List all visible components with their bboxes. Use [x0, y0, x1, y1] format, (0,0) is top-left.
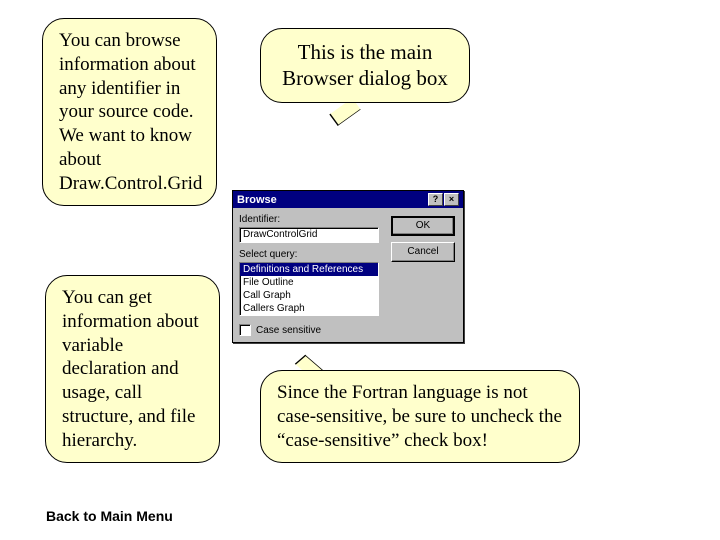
help-icon: ? — [433, 195, 439, 204]
ok-label: OK — [416, 220, 430, 231]
back-link-label: Back to Main Menu — [46, 508, 173, 524]
case-sensitive-checkbox[interactable] — [239, 324, 251, 336]
back-to-main-link[interactable]: Back to Main Menu — [46, 508, 173, 524]
list-item[interactable]: File Outline — [240, 276, 378, 289]
callout-case-sensitive: Since the Fortran language is not case-s… — [260, 370, 580, 463]
close-button[interactable]: × — [444, 193, 459, 206]
browse-dialog: Browse ? × Identifier: DrawControlGrid S… — [232, 190, 464, 343]
dialog-titlebar[interactable]: Browse ? × — [233, 191, 463, 208]
cancel-label: Cancel — [407, 246, 438, 257]
case-sensitive-label: Case sensitive — [256, 325, 321, 336]
callout-text: This is the main Browser dialog box — [282, 40, 448, 90]
callout-browse-info: You can browse information about any ide… — [42, 18, 217, 206]
callout-text: You can get information about variable d… — [62, 287, 199, 451]
list-item-label: Definitions and References — [243, 264, 363, 275]
callout-text: You can browse information about any ide… — [59, 30, 202, 194]
list-item-label: Callers Graph — [243, 303, 305, 314]
dialog-title: Browse — [237, 194, 428, 206]
close-icon: × — [449, 195, 454, 204]
list-item[interactable]: Definitions and References — [240, 263, 378, 276]
list-item-label: File Outline — [243, 277, 294, 288]
list-item[interactable]: Callers Graph — [240, 302, 378, 315]
query-listbox[interactable]: Definitions and References File Outline … — [239, 262, 379, 316]
ok-button[interactable]: OK — [391, 216, 455, 236]
callout-text: Since the Fortran language is not case-s… — [277, 382, 562, 451]
list-item[interactable]: Call Graph — [240, 289, 378, 302]
identifier-value: DrawControlGrid — [243, 229, 317, 240]
callout-variable-info: You can get information about variable d… — [45, 275, 220, 463]
list-item-label: Call Graph — [243, 290, 291, 301]
case-sensitive-row: Case sensitive — [239, 324, 457, 336]
identifier-input[interactable]: DrawControlGrid — [239, 227, 379, 243]
callout-main-browser: This is the main Browser dialog box — [260, 28, 470, 103]
dialog-body: Identifier: DrawControlGrid Select query… — [233, 208, 463, 342]
titlebar-buttons: ? × — [428, 193, 459, 206]
cancel-button[interactable]: Cancel — [391, 242, 455, 262]
help-button[interactable]: ? — [428, 193, 443, 206]
